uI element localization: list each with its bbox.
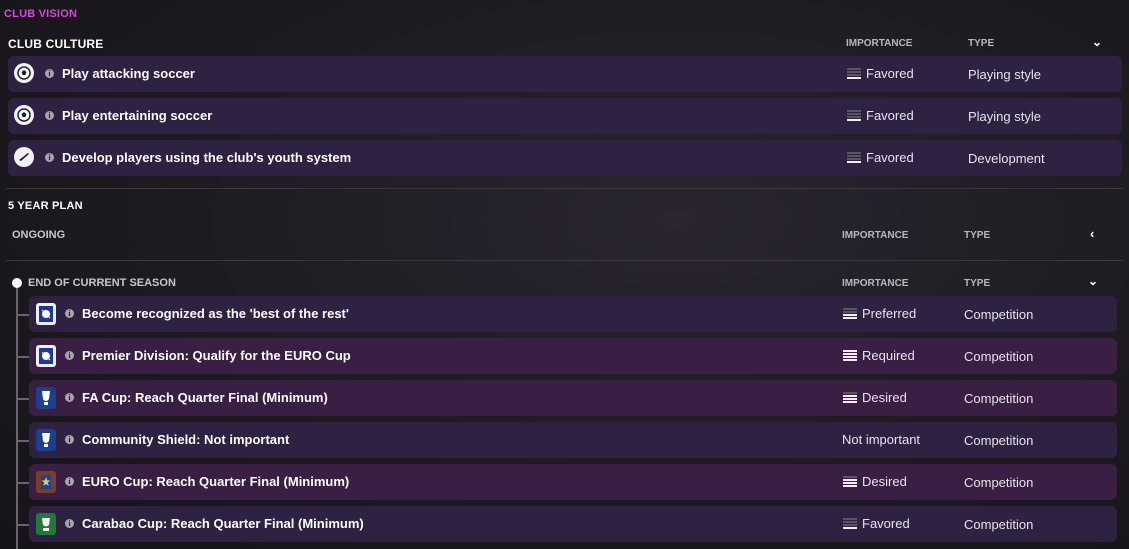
collapse-chevron-down-icon[interactable]: ⌄ bbox=[1088, 274, 1098, 288]
plan-row[interactable]: i Carabao Cup: Reach Quarter Final (Mini… bbox=[29, 506, 1117, 542]
importance-value: Favored bbox=[862, 516, 910, 531]
info-icon[interactable]: i bbox=[45, 111, 54, 120]
season-importance-header[interactable]: IMPORTANCE bbox=[842, 278, 908, 289]
importance-bars-icon bbox=[847, 68, 861, 81]
timeline-tick bbox=[17, 440, 29, 442]
info-icon[interactable]: i bbox=[45, 69, 54, 78]
collapse-chevron-down-icon[interactable]: ⌄ bbox=[1092, 35, 1102, 49]
league-crest-icon bbox=[36, 303, 56, 325]
culture-importance-header[interactable]: IMPORTANCE bbox=[846, 38, 912, 49]
info-icon[interactable]: i bbox=[65, 393, 74, 402]
culture-row[interactable]: i Develop players using the club's youth… bbox=[8, 140, 1122, 176]
plan-row[interactable]: i EURO Cup: Reach Quarter Final (Minimum… bbox=[29, 464, 1117, 500]
plan-label: Carabao Cup: Reach Quarter Final (Minimu… bbox=[82, 516, 364, 531]
importance-bars-icon bbox=[843, 476, 857, 489]
info-icon[interactable]: i bbox=[65, 435, 74, 444]
importance-bars-icon bbox=[843, 392, 857, 405]
importance-bars-icon bbox=[843, 350, 857, 363]
timeline-tick bbox=[17, 356, 29, 358]
current-season-title[interactable]: END OF CURRENT SEASON bbox=[28, 277, 176, 289]
season-type-header[interactable]: TYPE bbox=[964, 278, 990, 289]
info-icon[interactable]: i bbox=[45, 153, 54, 162]
plan-label: Premier Division: Qualify for the EURO C… bbox=[82, 348, 351, 363]
importance-value: Favored bbox=[866, 108, 914, 123]
ongoing-type-header[interactable]: TYPE bbox=[964, 230, 990, 241]
timeline-tick bbox=[17, 314, 29, 316]
culture-row[interactable]: i Play entertaining soccer Favored Playi… bbox=[8, 98, 1122, 134]
type-value: Competition bbox=[964, 349, 1034, 364]
carabao-cup-crest-icon bbox=[36, 513, 56, 535]
plan-label: Community Shield: Not important bbox=[82, 432, 290, 447]
info-icon[interactable]: i bbox=[65, 309, 74, 318]
page-title: CLUB VISION bbox=[4, 8, 78, 20]
importance-value: Desired bbox=[862, 474, 907, 489]
type-value: Development bbox=[968, 151, 1045, 166]
importance-bars-icon bbox=[847, 152, 861, 165]
boot-icon bbox=[14, 147, 34, 167]
importance-value: Favored bbox=[866, 150, 914, 165]
importance-bars-icon bbox=[843, 518, 857, 531]
type-value: Competition bbox=[964, 433, 1034, 448]
culture-row[interactable]: i Play attacking soccer Favored Playing … bbox=[8, 56, 1122, 92]
importance-value: Preferred bbox=[862, 306, 917, 321]
timeline-dot bbox=[12, 278, 22, 288]
importance-value: Favored bbox=[866, 66, 914, 81]
plan-label: EURO Cup: Reach Quarter Final (Minimum) bbox=[82, 474, 350, 489]
timeline-tick bbox=[17, 482, 29, 484]
type-value: Playing style bbox=[968, 109, 1041, 124]
culture-label: Play attacking soccer bbox=[62, 66, 195, 81]
ongoing-title[interactable]: ONGOING bbox=[12, 229, 65, 241]
fa-cup-crest-icon bbox=[36, 387, 56, 409]
type-value: Competition bbox=[964, 517, 1034, 532]
plan-label: Become recognized as the 'best of the re… bbox=[82, 306, 349, 321]
plan-row[interactable]: i FA Cup: Reach Quarter Final (Minimum) … bbox=[29, 380, 1117, 416]
plan-label: FA Cup: Reach Quarter Final (Minimum) bbox=[82, 390, 328, 405]
culture-type-header[interactable]: TYPE bbox=[968, 38, 994, 49]
info-icon[interactable]: i bbox=[65, 351, 74, 360]
importance-value: Required bbox=[862, 348, 915, 363]
culture-label: Develop players using the club's youth s… bbox=[62, 150, 352, 165]
importance-bars-icon bbox=[843, 308, 857, 321]
type-value: Competition bbox=[964, 391, 1034, 406]
expand-chevron-left-icon[interactable]: ‹ bbox=[1090, 226, 1094, 241]
soccer-ball-icon bbox=[14, 63, 34, 83]
type-value: Competition bbox=[964, 307, 1034, 322]
plan-row[interactable]: i Community Shield: Not important Not im… bbox=[29, 422, 1117, 458]
timeline-line bbox=[16, 283, 18, 549]
importance-value: Not important bbox=[842, 432, 921, 447]
type-value: Competition bbox=[964, 475, 1034, 490]
plan-row[interactable]: i Become recognized as the 'best of the … bbox=[29, 296, 1117, 332]
info-icon[interactable]: i bbox=[65, 519, 74, 528]
league-crest-icon bbox=[36, 345, 56, 367]
fa-cup-crest-icon bbox=[36, 429, 56, 451]
soccer-ball-icon bbox=[14, 105, 34, 125]
ongoing-importance-header[interactable]: IMPORTANCE bbox=[842, 230, 908, 241]
importance-value: Desired bbox=[862, 390, 907, 405]
section-divider bbox=[6, 188, 1124, 189]
importance-bars-icon bbox=[847, 110, 861, 123]
culture-label: Play entertaining soccer bbox=[62, 108, 213, 123]
timeline-tick bbox=[17, 398, 29, 400]
plan-row[interactable]: i Premier Division: Qualify for the EURO… bbox=[29, 338, 1117, 374]
euro-cup-crest-icon bbox=[36, 471, 56, 493]
club-culture-title: CLUB CULTURE bbox=[8, 37, 104, 51]
five-year-plan-title: 5 YEAR PLAN bbox=[8, 200, 83, 212]
section-divider bbox=[6, 260, 1124, 261]
type-value: Playing style bbox=[968, 67, 1041, 82]
timeline-tick bbox=[17, 524, 29, 526]
info-icon[interactable]: i bbox=[65, 477, 74, 486]
